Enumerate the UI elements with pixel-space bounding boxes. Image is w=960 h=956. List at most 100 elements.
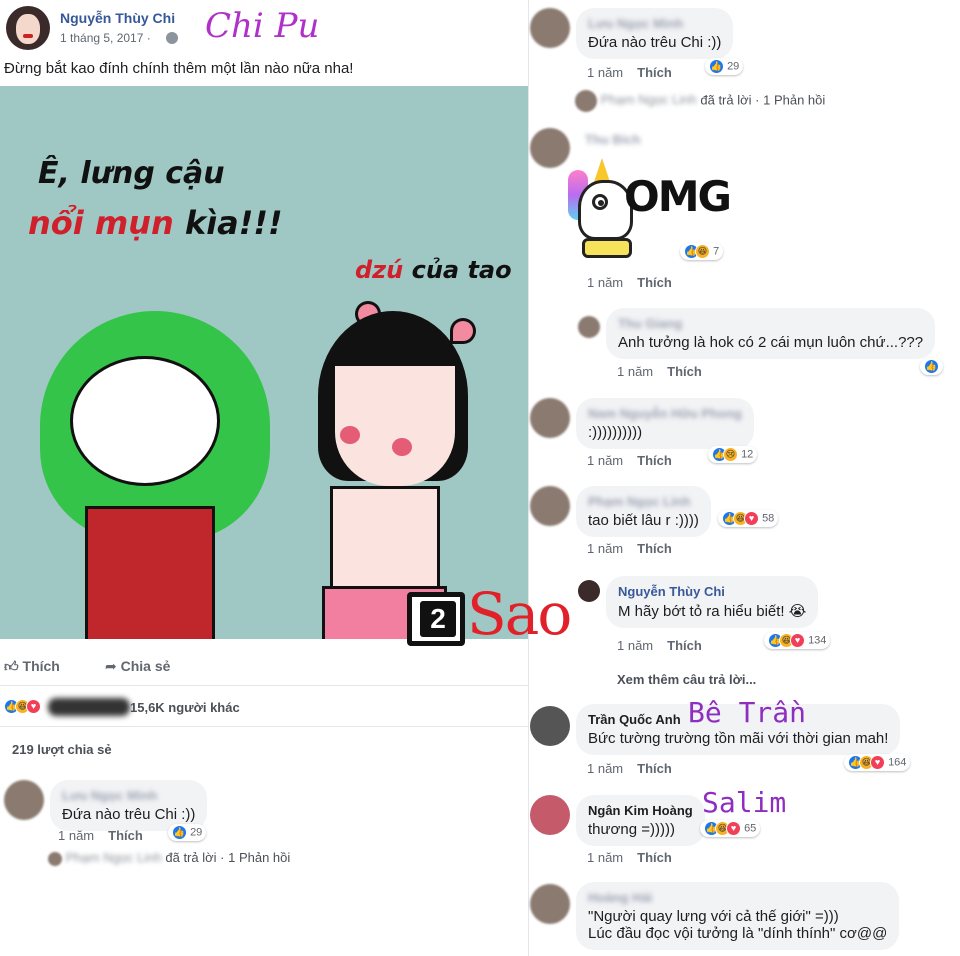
commenter-name[interactable]: Nam Nguyễn Hữu Phong xyxy=(588,406,742,421)
comment-meta: 1 năm Thích xyxy=(587,453,672,468)
comment-time[interactable]: 1 năm xyxy=(587,761,623,776)
comment-like-button[interactable]: Thích xyxy=(667,364,702,379)
replied-text: đã trả lời xyxy=(165,850,217,865)
comment-like-button[interactable]: Thích xyxy=(667,638,702,653)
comment-reaction-pill[interactable]: 👍 29 xyxy=(705,58,744,75)
commenter-avatar[interactable] xyxy=(530,706,570,746)
replier-avatar xyxy=(48,851,62,866)
commenter-avatar[interactable] xyxy=(578,580,600,602)
commenter-avatar[interactable] xyxy=(530,128,570,168)
blush-right xyxy=(392,438,412,456)
image-caption-3-red: dzú xyxy=(355,256,404,284)
comment-time[interactable]: 1 năm xyxy=(617,364,653,379)
poster-name[interactable]: Nguyễn Thùy Chi xyxy=(60,10,175,26)
panel-divider xyxy=(528,0,529,956)
comment-time[interactable]: 1 năm xyxy=(58,828,94,843)
comment-time[interactable]: 1 năm xyxy=(587,275,623,290)
comment-bubble: Nam Nguyễn Hữu Phong :)))))))))) xyxy=(576,398,754,449)
comment-like-button[interactable]: Thích xyxy=(108,828,143,843)
reaction-count: 164 xyxy=(888,756,907,769)
poster-avatar[interactable] xyxy=(6,6,50,50)
reaction-count: 134 xyxy=(808,634,827,647)
comment-bubble: Hoàng Hải "Người quay lưng với cả thế gi… xyxy=(576,882,900,950)
omg-text: OMG xyxy=(624,172,732,221)
reply-summary[interactable]: Phạm Ngọc Linh đã trả lời · 1 Phản hồi xyxy=(575,90,825,112)
replier-name: Phạm Ngọc Linh xyxy=(65,850,162,865)
comment-reaction-pill[interactable]: 👍😢 12 xyxy=(708,446,758,463)
love-reaction-icon: ♥ xyxy=(744,511,759,526)
commenter-name[interactable]: Ngân Kim Hoàng xyxy=(588,803,693,818)
comment-meta: 1 năm Thích xyxy=(587,65,672,80)
see-more-replies-link[interactable]: Xem thêm câu trả lời... xyxy=(617,672,756,687)
reaction-icons[interactable]: 👍😆 ♥ xyxy=(4,698,41,716)
like-label: Thích xyxy=(22,658,60,674)
commenter-avatar[interactable] xyxy=(530,795,570,835)
commenter-avatar[interactable] xyxy=(578,316,600,338)
globe-icon xyxy=(166,32,178,44)
reaction-summary[interactable]: 15,6K người khác xyxy=(130,700,240,715)
comment-meta: 1 năm Thích xyxy=(587,761,672,776)
comment-meta: 1 năm Thích xyxy=(587,541,672,556)
comment-meta: 1 năm Thích xyxy=(617,638,702,653)
blush-left xyxy=(340,426,360,444)
commenter-name[interactable]: Thu Giang xyxy=(618,316,923,331)
replier-avatar xyxy=(575,90,597,112)
comment-time[interactable]: 1 năm xyxy=(617,638,653,653)
like-button[interactable]: 👍︎ Thích xyxy=(4,658,60,675)
commenter-name[interactable]: Phạm Ngọc Linh xyxy=(588,494,699,509)
image-caption-2-red: nổi mụn xyxy=(28,204,174,242)
image-caption-1: Ê, lưng cậu xyxy=(38,156,225,191)
comment-like-button[interactable]: Thích xyxy=(637,275,672,290)
commenter-avatar[interactable] xyxy=(530,8,570,48)
commenter-avatar[interactable] xyxy=(4,780,44,820)
comment-time[interactable]: 1 năm xyxy=(587,65,623,80)
share-button[interactable]: ➦ Chia sẻ xyxy=(105,658,170,675)
reaction-count: 12 xyxy=(741,448,754,461)
commenter-name[interactable]: Lưu Ngọc Minh xyxy=(588,16,721,31)
redacted-names xyxy=(48,698,130,716)
comment-reaction-pill[interactable]: 👍😆 ♥ 65 xyxy=(700,820,761,837)
comment-time[interactable]: 1 năm xyxy=(587,850,623,865)
commenter-name[interactable]: Lưu Ngọc Minh xyxy=(62,788,195,803)
commenter-avatar[interactable] xyxy=(530,884,570,924)
comment-reaction-pill[interactable]: 👍😆 ♥ 134 xyxy=(764,632,831,649)
reply-summary[interactable]: Phạm Ngọc Linh đã trả lời · 1 Phản hồi xyxy=(48,850,290,866)
comment-reaction-pill[interactable]: 👍😆 ♥ 164 xyxy=(844,754,911,771)
comment-like-button[interactable]: Thích xyxy=(637,541,672,556)
replier-name: Phạm Ngọc Linh xyxy=(600,92,697,108)
comment-like-button[interactable]: Thích xyxy=(637,65,672,80)
comment-like-button[interactable]: Thích xyxy=(637,453,672,468)
omg-unicorn-sticker[interactable]: OMG xyxy=(568,150,732,270)
overlay-tag-salim: Salim xyxy=(702,786,787,819)
image-caption-3-rest: của tao xyxy=(403,256,512,284)
commenter-avatar[interactable] xyxy=(530,486,570,526)
comment-bubble: Lưu Ngọc Minh Đứa nào trêu Chi :)) xyxy=(576,8,734,59)
post-image[interactable]: Ê, lưng cậu nổi mụn kìa!!! dzú của tao xyxy=(0,86,528,639)
replied-text: đã trả lời xyxy=(700,92,752,108)
comment-like-button[interactable]: Thích xyxy=(637,850,672,865)
green-girl-face xyxy=(70,356,220,486)
replies-link: · 1 Phản hồi xyxy=(220,850,291,865)
comment-time[interactable]: 1 năm xyxy=(587,453,623,468)
image-caption-2: nổi mụn kìa!!! xyxy=(28,204,283,242)
comment-reaction-pill[interactable]: 👍😆 ♥ 58 xyxy=(718,510,779,527)
red-dress xyxy=(85,506,215,639)
post-date[interactable]: 1 tháng 5, 2017 · xyxy=(60,31,151,45)
comment-text: :)))))))))) xyxy=(588,424,643,441)
overlay-tag-be-tran: Bê Trần xyxy=(688,696,807,729)
commenter-name[interactable]: Thu Bích xyxy=(585,132,641,147)
comment-text-line-2: Lúc đầu đọc vội tưởng là "dính thính" cơ… xyxy=(588,925,888,942)
thumb-up-icon: 👍︎ xyxy=(4,658,23,674)
comment-time[interactable]: 1 năm xyxy=(587,541,623,556)
commenter-avatar[interactable] xyxy=(530,398,570,438)
commenter-name[interactable]: Nguyễn Thùy Chi xyxy=(618,584,806,599)
comment-reaction-pill[interactable]: 👍😆 7 xyxy=(680,243,724,260)
comment-reaction-pill[interactable]: 👍 xyxy=(920,358,943,375)
comment-reaction-pill[interactable]: 👍 29 xyxy=(168,824,207,841)
comment-like-button[interactable]: Thích xyxy=(637,761,672,776)
share-count[interactable]: 219 lượt chia sẻ xyxy=(12,742,112,757)
watermark-num: 2 xyxy=(420,601,456,637)
love-reaction-icon: ♥ xyxy=(870,755,885,770)
commenter-name[interactable]: Hoàng Hải xyxy=(588,890,887,905)
comment-text-line-1: "Người quay lưng với cả thế giới" =))) xyxy=(588,908,839,925)
